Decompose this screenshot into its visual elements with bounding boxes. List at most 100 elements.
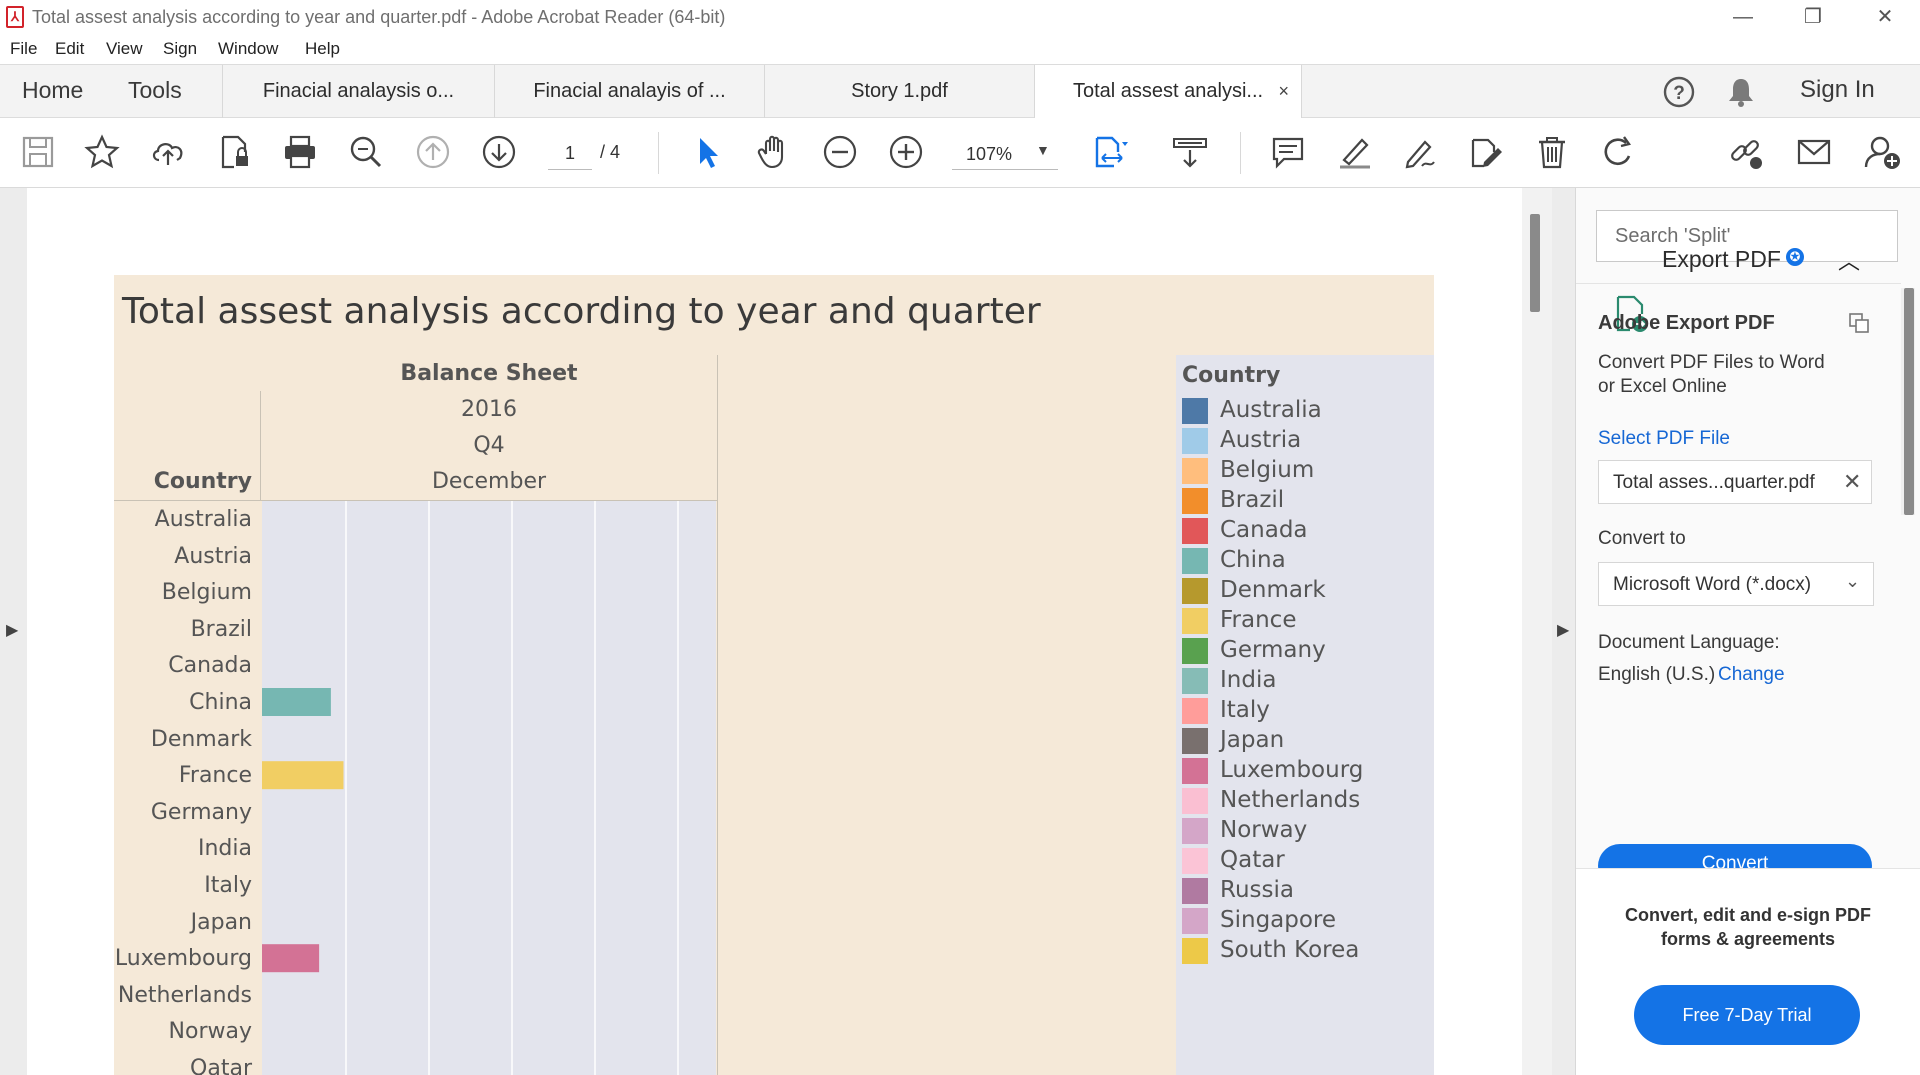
chevron-down-icon: ⌄ xyxy=(1845,571,1861,591)
remove-file-icon[interactable]: ✕ xyxy=(1843,469,1861,495)
legend-label: Brazil xyxy=(1220,487,1285,513)
toolbar-divider xyxy=(1240,132,1241,174)
row-label-luxembourg: Luxembourg xyxy=(114,946,252,972)
scroll-mode-icon[interactable] xyxy=(1170,132,1210,172)
chart: Total assest analysis according to year … xyxy=(114,275,1434,1075)
doc-tab-2[interactable]: Finacial analayis of ... xyxy=(494,65,764,118)
email-icon[interactable] xyxy=(1794,132,1834,172)
sign-in-button[interactable]: Sign In xyxy=(1800,76,1875,104)
doc-tab-label: Finacial analaysis o... xyxy=(262,80,455,102)
legend-label: Japan xyxy=(1220,727,1285,753)
page-total: / 4 xyxy=(600,142,621,162)
menu-help[interactable]: Help xyxy=(305,39,340,59)
right-panel-toggle[interactable]: ▶ xyxy=(1552,188,1576,1075)
doc-tab-4-active[interactable]: Total assest analysi... × xyxy=(1034,65,1302,118)
pane-scrollbar[interactable] xyxy=(1901,288,1915,515)
select-pdf-file-link[interactable]: Select PDF File xyxy=(1598,428,1730,450)
scrollbar-thumb[interactable] xyxy=(1530,214,1540,312)
legend-swatch xyxy=(1182,548,1208,574)
find-search-icon[interactable] xyxy=(346,132,386,172)
legend-swatch xyxy=(1182,788,1208,814)
left-panel-toggle[interactable]: ▶ xyxy=(0,188,27,1075)
highlight-pen-icon[interactable] xyxy=(1334,132,1374,172)
tab-home[interactable]: Home xyxy=(22,77,83,104)
plot-area xyxy=(262,501,679,1075)
comment-icon[interactable] xyxy=(1268,132,1308,172)
tab-tools[interactable]: Tools xyxy=(128,77,182,104)
zoom-level-dropdown[interactable]: 107% ▼ xyxy=(952,138,1058,170)
page-display-fit-icon[interactable] xyxy=(1090,132,1130,172)
legend-swatch xyxy=(1182,878,1208,904)
fill-sign-icon[interactable] xyxy=(1400,132,1440,172)
collapse-chevron-up-icon[interactable]: ︿ xyxy=(1838,244,1860,276)
menu-view[interactable]: View xyxy=(106,39,143,59)
legend-swatch xyxy=(1182,578,1208,604)
protect-file-icon[interactable] xyxy=(214,132,254,172)
selected-file-name: Total asses...quarter.pdf xyxy=(1613,472,1815,493)
row-labels: Australia Austria Belgium Brazil Canada China… xyxy=(114,505,252,1075)
edit-pdf-icon[interactable] xyxy=(1466,132,1506,172)
row-label-canada: Canada xyxy=(168,653,252,679)
row-header-country: Country xyxy=(153,469,252,494)
previous-page-icon[interactable] xyxy=(413,132,453,172)
title-bar: ⅄ Total assest analysis according to yea… xyxy=(0,0,1920,34)
doc-tab-3[interactable]: Story 1.pdf xyxy=(764,65,1034,118)
pane-divider xyxy=(717,355,718,1075)
change-language-link[interactable]: Change xyxy=(1718,664,1785,686)
row-label-australia: Australia xyxy=(154,507,252,532)
toolbar-divider xyxy=(658,132,659,174)
minimize-button[interactable]: — xyxy=(1708,0,1778,34)
window-title: Total assest analysis according to year … xyxy=(32,7,726,27)
legend-label: France xyxy=(1220,607,1297,633)
free-trial-button[interactable]: Free 7-Day Trial xyxy=(1634,985,1860,1045)
promo-line-1: Convert, edit and e-sign PDF xyxy=(1624,905,1872,925)
hand-pan-icon[interactable] xyxy=(754,132,794,172)
row-label-china: China xyxy=(189,690,252,715)
delete-trash-icon[interactable] xyxy=(1532,132,1572,172)
menu-file[interactable]: File xyxy=(10,39,37,59)
row-label-denmark: Denmark xyxy=(150,726,252,752)
print-icon[interactable] xyxy=(280,132,320,172)
close-tab-icon[interactable]: × xyxy=(1278,65,1289,118)
bar-china[interactable] xyxy=(262,688,331,716)
selected-file-field: Total asses...quarter.pdf ✕ xyxy=(1598,460,1872,504)
rotate-icon[interactable] xyxy=(1598,132,1638,172)
notifications-bell-icon[interactable] xyxy=(1724,75,1758,109)
bookmark-star-icon[interactable] xyxy=(82,132,122,172)
collapse-right-icon: ▶ xyxy=(1557,622,1570,639)
menu-window[interactable]: Window xyxy=(218,39,278,59)
vertical-scrollbar[interactable] xyxy=(1522,188,1552,1075)
doc-tab-1[interactable]: Finacial analaysis o... xyxy=(222,65,494,118)
help-icon[interactable]: ? xyxy=(1662,75,1696,109)
legend: Country Australia Austria Belgium Brazil Can… xyxy=(1176,355,1434,1075)
pane-scrollbar-thumb[interactable] xyxy=(1904,288,1914,515)
menu-bar: File Edit View Sign Window Help xyxy=(0,34,1920,64)
next-page-icon[interactable] xyxy=(479,132,519,172)
legend-label: Qatar xyxy=(1220,847,1285,873)
menu-sign[interactable]: Sign xyxy=(163,39,197,59)
legend-label: Germany xyxy=(1220,637,1326,663)
bar-france[interactable] xyxy=(262,761,344,790)
add-user-icon[interactable] xyxy=(1862,132,1902,172)
legend-swatch xyxy=(1182,728,1208,754)
save-icon[interactable] xyxy=(18,132,58,172)
legend-swatch xyxy=(1182,428,1208,454)
share-link-icon[interactable] xyxy=(1726,132,1766,172)
page-number-input[interactable]: 1 xyxy=(548,138,592,170)
upload-cloud-icon[interactable] xyxy=(148,132,188,172)
doc-tab-label: Finacial analayis of ... xyxy=(533,80,726,102)
close-window-button[interactable]: ✕ xyxy=(1850,0,1920,34)
export-pdf-title: Export PDF xyxy=(1662,246,1781,272)
zoom-in-icon[interactable] xyxy=(886,132,926,172)
description-line-2: or Excel Online xyxy=(1598,376,1727,397)
zoom-out-icon[interactable] xyxy=(820,132,860,172)
restore-button[interactable]: ❐ xyxy=(1778,0,1848,34)
bar-luxembourg[interactable] xyxy=(262,944,320,973)
copy-icon[interactable] xyxy=(1848,312,1870,334)
menu-edit[interactable]: Edit xyxy=(55,39,84,59)
legend-label: Netherlands xyxy=(1220,787,1361,813)
select-cursor-icon[interactable] xyxy=(688,132,728,172)
convert-to-label: Convert to xyxy=(1598,528,1686,549)
legend-swatch xyxy=(1182,488,1208,514)
convert-to-dropdown[interactable]: Microsoft Word (*.docx) ⌄ xyxy=(1598,562,1874,606)
